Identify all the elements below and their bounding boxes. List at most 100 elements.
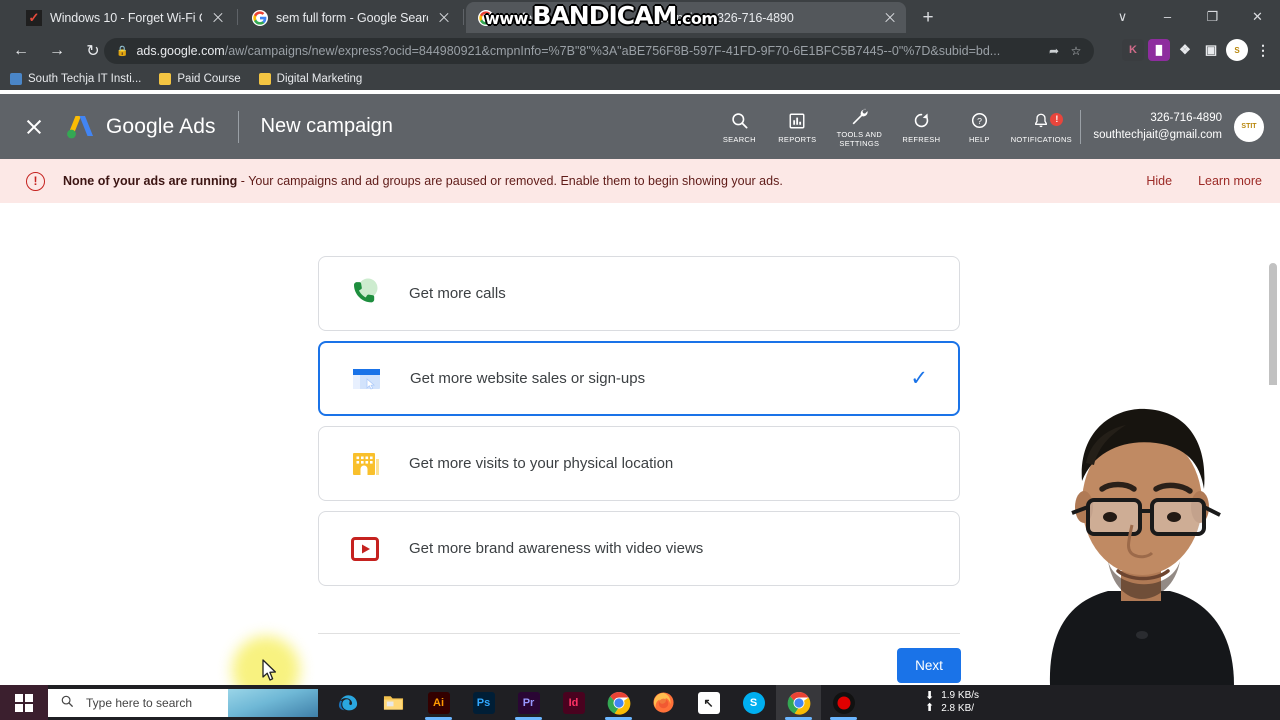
start-button[interactable] (0, 685, 48, 720)
watermark-suffix: .com (676, 9, 717, 28)
goal-card-label: Get more website sales or sign-ups (410, 370, 645, 387)
cursor-app-icon[interactable]: ↖ (686, 685, 731, 720)
reports-button[interactable]: REPORTS (768, 109, 826, 145)
share-icon[interactable]: ➦ (1044, 41, 1064, 61)
skype-icon[interactable]: S (731, 685, 776, 720)
tab-search-chevron-icon[interactable]: ∨ (1100, 0, 1145, 33)
network-speed-indicator: ⬇ ⬆ 1.9 KB/s 2.8 KB/ (925, 685, 979, 720)
network-values: 1.9 KB/s 2.8 KB/ (941, 690, 979, 716)
tools-and-settings-label: TOOLS AND SETTINGS (826, 131, 892, 148)
webcam-overlay (990, 385, 1280, 685)
profile-avatar-icon[interactable]: S (1226, 39, 1248, 61)
goal-card-website[interactable]: Get more website sales or sign-ups ✓ (318, 341, 960, 416)
edge-icon[interactable] (326, 685, 371, 720)
taskbar-search-placeholder: Type here to search (86, 696, 192, 710)
chrome-icon[interactable] (596, 685, 641, 720)
google-ads-brand: Google Ads (106, 115, 216, 139)
indesign-icon[interactable]: Id (551, 685, 596, 720)
illustrator-icon[interactable]: Ai (416, 685, 461, 720)
close-icon[interactable] (22, 115, 46, 139)
wrench-icon (849, 104, 869, 128)
close-window-button[interactable]: ✕ (1235, 0, 1280, 33)
skype-glyph: S (743, 692, 765, 714)
page-title: New campaign (261, 115, 393, 138)
record-icon[interactable] (821, 685, 866, 720)
hide-link[interactable]: Hide (1146, 174, 1172, 188)
download-arrow-icon: ⬇ (925, 691, 934, 702)
account-id: 326-716-4890 (1093, 110, 1222, 127)
header-divider-2 (1080, 110, 1081, 144)
notifications-button[interactable]: ! NOTIFICATIONS (1008, 109, 1074, 145)
sidepanel-icon[interactable]: ▣ (1200, 39, 1222, 61)
bookmark-item[interactable]: South Techja IT Insti... (10, 73, 141, 85)
tab-close-icon[interactable] (210, 10, 226, 26)
upload-speed: 2.8 KB/ (941, 703, 979, 716)
chrome-icon-2[interactable] (776, 685, 821, 720)
account-info[interactable]: 326-716-4890 southtechjait@gmail.com (1093, 110, 1222, 143)
goal-card-video[interactable]: Get more brand awareness with video view… (318, 511, 960, 586)
browser-tab-0[interactable]: ✓ Windows 10 - Forget Wi-Fi Conn (14, 2, 234, 33)
minimize-button[interactable]: – (1145, 0, 1190, 33)
avatar[interactable]: STIT (1234, 112, 1264, 142)
help-label: HELP (969, 136, 990, 145)
restore-button[interactable]: ❐ (1190, 0, 1235, 33)
puzzle-extension-icon[interactable]: ❖ (1174, 39, 1196, 61)
alert-message: None of your ads are running - Your camp… (63, 174, 783, 188)
goal-card-location[interactable]: Get more visits to your physical locatio… (318, 426, 960, 501)
alert-banner: ! None of your ads are running - Your ca… (0, 159, 1280, 203)
search-button[interactable]: SEARCH (710, 109, 768, 145)
address-bar[interactable]: 🔒 ads.google.com /aw/campaigns/new/expre… (104, 38, 1094, 64)
refresh-button[interactable]: REFRESH (892, 109, 950, 145)
chart-extension-icon[interactable]: █ (1148, 39, 1170, 61)
forward-icon[interactable]: → (42, 37, 72, 65)
premiere-icon[interactable]: Pr (506, 685, 551, 720)
new-tab-button[interactable]: + (917, 7, 939, 29)
browser-toolbar: ← → ↻ 🔒 ads.google.com /aw/campaigns/new… (0, 33, 1280, 68)
illustrator-glyph: Ai (428, 692, 450, 714)
search-artwork-icon (228, 689, 318, 717)
tab-close-icon[interactable] (436, 10, 452, 26)
bookmark-label: South Techja IT Insti... (28, 73, 141, 85)
k-extension-icon[interactable]: K (1122, 39, 1144, 61)
tab-close-icon[interactable] (882, 10, 898, 26)
screen-root: ✓ Windows 10 - Forget Wi-Fi Conn sem ful… (0, 0, 1280, 720)
premiere-glyph: Pr (518, 692, 540, 714)
goal-card-calls[interactable]: Get more calls (318, 256, 960, 331)
windows-taskbar: Type here to search Ai Ps Pr Id (0, 685, 1280, 720)
star-icon[interactable]: ☆ (1066, 41, 1086, 61)
svg-text:?: ? (977, 116, 982, 126)
account-email: southtechjait@gmail.com (1093, 127, 1222, 144)
indesign-glyph: Id (563, 692, 585, 714)
watermark-brand: BANDICAM (532, 1, 676, 30)
cursor-glyph: ↖ (698, 692, 720, 714)
bookmark-label: Digital Marketing (277, 73, 363, 85)
network-arrows: ⬇ ⬆ (925, 691, 934, 714)
bookmark-item[interactable]: Paid Course (159, 73, 240, 85)
mouse-cursor-icon (262, 659, 279, 683)
taskbar-search-box[interactable]: Type here to search (48, 689, 318, 717)
learn-more-link[interactable]: Learn more (1198, 174, 1262, 188)
bookmark-item[interactable]: Digital Marketing (259, 73, 363, 85)
back-icon[interactable]: ← (6, 37, 36, 65)
photoshop-glyph: Ps (473, 692, 495, 714)
chrome-menu-icon[interactable]: ⋮ (1252, 39, 1274, 61)
upload-arrow-icon: ⬆ (925, 703, 934, 714)
browser-tab-1[interactable]: sem full form - Google Search (240, 2, 460, 33)
bookmark-favicon-icon (10, 73, 22, 85)
search-label: SEARCH (723, 136, 756, 145)
help-button[interactable]: ? HELP (950, 109, 1008, 145)
notifications-label: NOTIFICATIONS (1011, 136, 1072, 145)
google-icon (252, 10, 268, 26)
next-button[interactable]: Next (897, 648, 961, 683)
refresh-icon (912, 109, 931, 133)
firefox-icon[interactable] (641, 685, 686, 720)
search-icon (730, 109, 749, 133)
phone-icon (343, 272, 387, 316)
help-icon: ? (970, 109, 989, 133)
refresh-label: REFRESH (902, 136, 940, 145)
lock-icon: 🔒 (116, 46, 128, 57)
file-explorer-icon[interactable] (371, 685, 416, 720)
tools-and-settings-button[interactable]: TOOLS AND SETTINGS (826, 104, 892, 148)
photoshop-icon[interactable]: Ps (461, 685, 506, 720)
watermark-prefix: www. (485, 9, 532, 28)
